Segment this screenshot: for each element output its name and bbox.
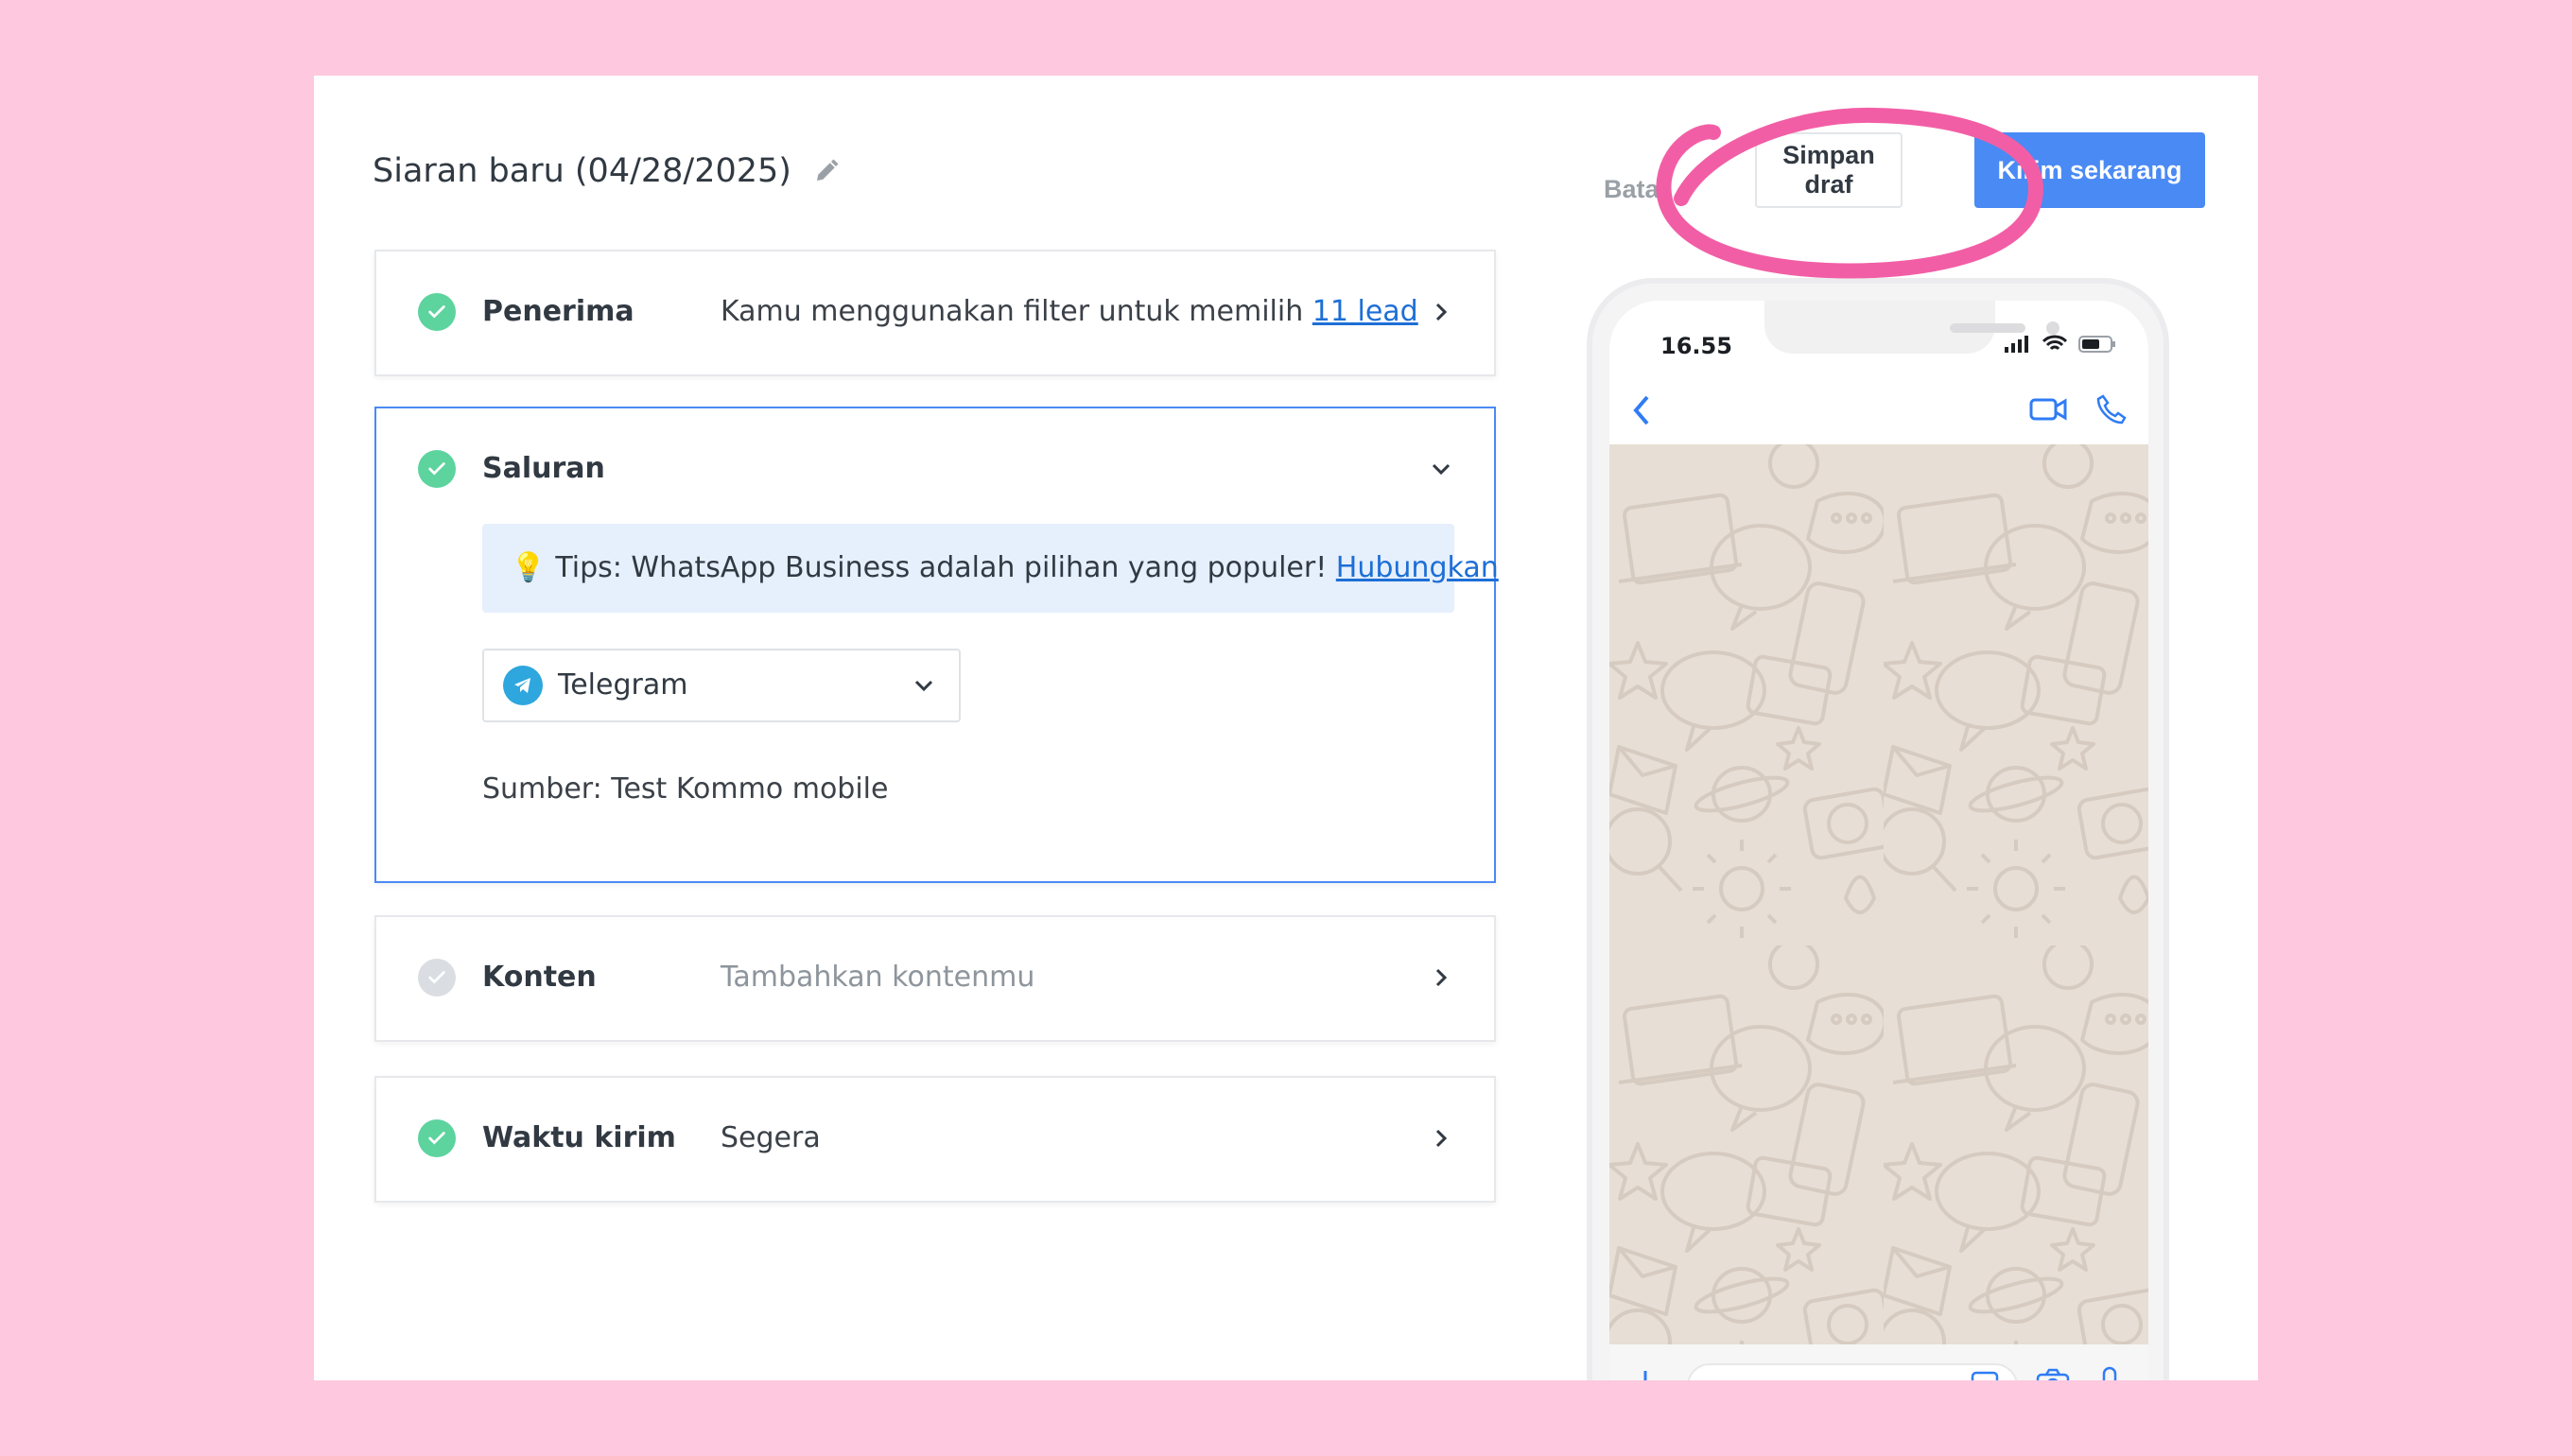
lead-count-link[interactable]: 11 lead xyxy=(1312,295,1418,328)
channel-select[interactable]: Telegram xyxy=(482,649,961,722)
lightbulb-icon: 💡 xyxy=(511,551,547,584)
send-now-button[interactable]: Kirim sekarang xyxy=(1974,132,2205,208)
channel-label: Saluran xyxy=(482,452,605,485)
check-icon xyxy=(418,1119,456,1157)
phone-icon[interactable] xyxy=(2095,393,2128,429)
signal-icon xyxy=(2005,336,2028,353)
status-time: 16.55 xyxy=(1660,333,1732,359)
cancel-button[interactable]: Batal xyxy=(1604,151,1755,227)
plus-icon[interactable] xyxy=(1628,1365,1662,1380)
phone-camera-dot xyxy=(2046,321,2059,335)
send-time-label: Waktu kirim xyxy=(482,1121,676,1154)
phone-notch xyxy=(1764,301,2059,354)
check-icon xyxy=(418,959,456,997)
broadcast-panel: Siaran baru (04/28/2025) Batal Simpan dr… xyxy=(314,76,2258,1380)
sticker-icon[interactable] xyxy=(1969,1369,2001,1380)
send-time-card[interactable]: Waktu kirim Segera xyxy=(374,1076,1496,1203)
battery-icon xyxy=(2078,336,2115,353)
content-label: Konten xyxy=(482,961,597,994)
recipients-summary: Kamu menggunakan filter untuk memilih 11… xyxy=(721,289,1418,335)
chevron-right-icon[interactable] xyxy=(1422,1119,1460,1157)
connect-link[interactable]: Hubungkan xyxy=(1336,551,1499,584)
channel-card[interactable]: Saluran 💡 Tips: WhatsApp Business adalah … xyxy=(374,407,1499,883)
camera-icon[interactable] xyxy=(2035,1367,2071,1380)
phone-screen: 16.55 xyxy=(1609,301,2148,1380)
tip-banner: 💡 Tips: WhatsApp Business adalah pilihan … xyxy=(482,524,1499,613)
wifi-icon xyxy=(2042,335,2067,351)
check-icon xyxy=(418,293,456,331)
send-time-value: Segera xyxy=(721,1121,821,1154)
save-draft-button[interactable]: Simpan draf xyxy=(1755,132,1903,208)
pencil-icon[interactable] xyxy=(812,157,841,185)
page-title-text: Siaran baru (04/28/2025) xyxy=(373,152,791,190)
phone-speaker xyxy=(1950,323,2025,333)
content-placeholder: Tambahkan kontenmu xyxy=(721,961,1035,994)
back-icon[interactable] xyxy=(1628,393,1657,431)
recipients-card[interactable]: Penerima Kamu menggunakan filter untuk m… xyxy=(374,250,1496,376)
recipients-label: Penerima xyxy=(482,295,634,328)
chat-wallpaper xyxy=(1609,444,2148,1344)
status-icons xyxy=(2005,335,2116,354)
chat-header xyxy=(1609,376,2148,444)
phone-preview: 16.55 xyxy=(1587,278,2169,1380)
chevron-down-icon[interactable] xyxy=(1422,450,1460,488)
tip-text: Tips: WhatsApp Business adalah pilihan y… xyxy=(555,551,1336,584)
source-text: Sumber: Test Kommo mobile xyxy=(482,772,889,806)
mic-icon[interactable] xyxy=(2095,1365,2124,1380)
chevron-right-icon[interactable] xyxy=(1422,293,1460,331)
chevron-down-icon xyxy=(906,667,942,703)
chevron-right-icon[interactable] xyxy=(1422,959,1460,997)
check-icon xyxy=(418,450,456,488)
content-card[interactable]: Konten Tambahkan kontenmu xyxy=(374,915,1496,1042)
video-icon[interactable] xyxy=(2029,395,2067,427)
telegram-icon xyxy=(503,666,543,705)
page-title: Siaran baru (04/28/2025) xyxy=(373,147,841,195)
chat-input-bar xyxy=(1609,1344,2148,1380)
recipients-text: Kamu menggunakan filter untuk memilih xyxy=(721,295,1312,328)
selected-channel: Telegram xyxy=(558,668,688,702)
